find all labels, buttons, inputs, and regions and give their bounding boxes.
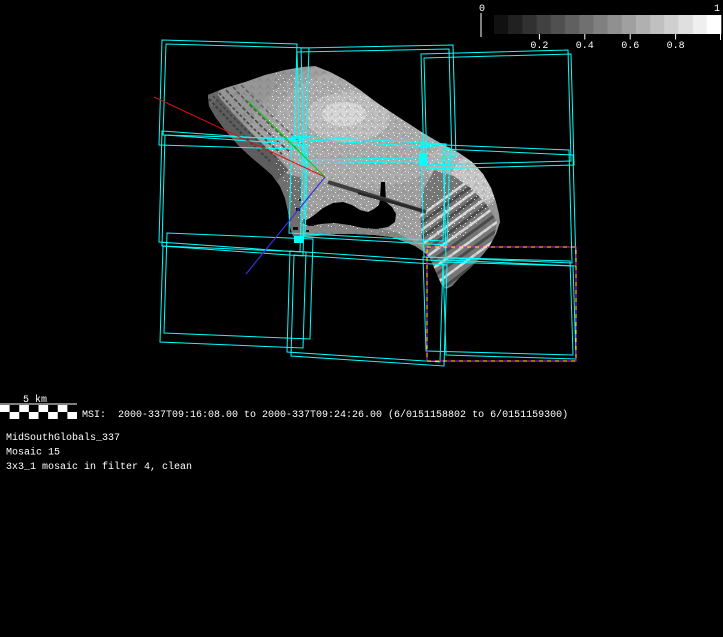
svg-text:3x3_1 mosaic in filter 4, clea: 3x3_1 mosaic in filter 4, clean xyxy=(6,461,192,473)
svg-text:0: 0 xyxy=(479,4,485,15)
svg-text:0.4: 0.4 xyxy=(576,41,594,52)
svg-text:0.2: 0.2 xyxy=(530,41,548,52)
svg-text:Mosaic 15: Mosaic 15 xyxy=(6,447,60,459)
svg-text:1: 1 xyxy=(714,4,720,15)
svg-text:0.6: 0.6 xyxy=(621,41,639,52)
svg-text:MSI: 2000-337T09:16:08.00 to: MSI: 2000-337T09:16:08.00 to 2000-337T09… xyxy=(82,409,568,421)
svg-text:0.8: 0.8 xyxy=(667,41,685,52)
svg-text:MidSouthGlobals_337: MidSouthGlobals_337 xyxy=(6,432,120,444)
